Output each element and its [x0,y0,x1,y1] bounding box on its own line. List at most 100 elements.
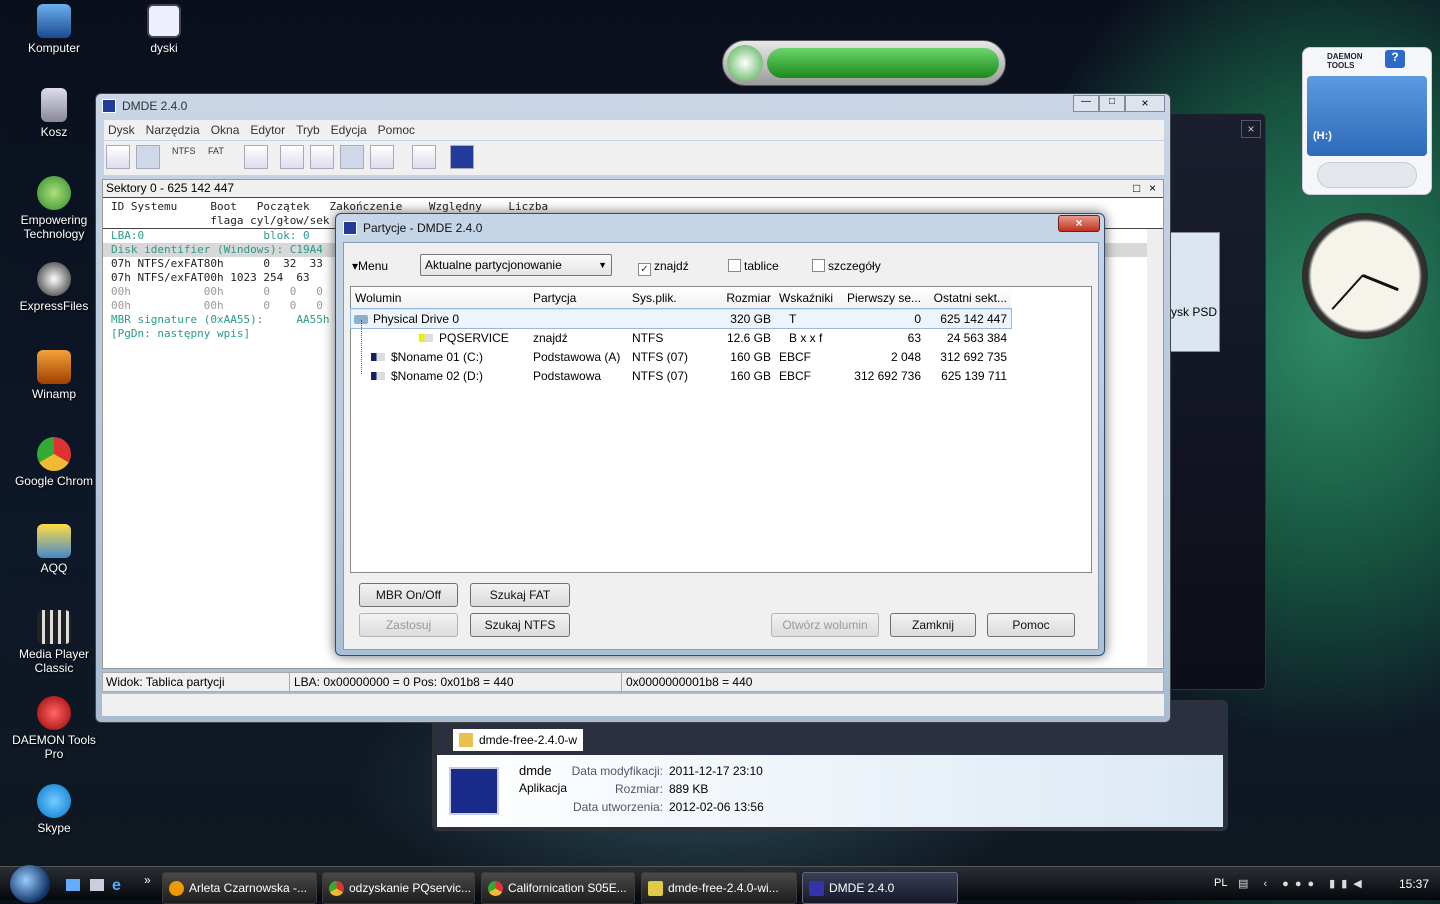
minimize-button[interactable]: — [1073,95,1099,112]
checkbox-icon [812,259,825,272]
menu-narzedzia[interactable]: Narzędzia [146,120,200,140]
daemon-tools-icon [37,696,71,730]
partitions-dialog[interactable]: Partycje - DMDE 2.4.0 × ▾Menu Aktualne p… [335,213,1105,656]
desktop-icon-mpc[interactable]: Media Player Classic [4,610,104,675]
partition-list[interactable]: Wolumin Partycja Sys.plik. Rozmiar Wskaź… [349,286,1092,573]
panel-maximize-icon[interactable]: □ [1133,180,1140,197]
menu-tryb[interactable]: Tryb [296,120,320,140]
view-list-button[interactable] [310,145,334,169]
file-row[interactable]: dmde-free-2.4.0-w [453,729,583,751]
open-volume-button[interactable]: Otwórz wolumin [771,613,879,637]
dmde-file-icon [449,767,499,815]
daemon-brand: DAEMON TOOLS [1327,52,1363,70]
taskbar-item-odzyskanie[interactable]: odzyskanie PQservic... [322,872,475,904]
menu-edytor[interactable]: Edytor [250,120,285,140]
goto-button[interactable] [412,145,436,169]
table-row[interactable]: $Noname 02 (D:) Podstawowa NTFS (07) 160 … [351,366,1011,385]
menu-dropdown[interactable]: ▾Menu [352,259,388,273]
ce-logo-icon[interactable] [727,45,763,81]
details-pane: dmde Aplikacja Data modyfikacji: 2011-12… [437,755,1223,827]
desktop-icon-daemon[interactable]: DAEMON Tools Pro [4,696,104,761]
view-table-button[interactable] [340,145,364,169]
menu-edycja[interactable]: Edycja [331,120,367,140]
window-title: DMDE 2.4.0 [122,99,188,113]
col-pierwszy[interactable]: Pierwszy se... [843,287,925,309]
mbr-toggle-button[interactable]: MBR On/Off [359,583,458,607]
tray-clock[interactable]: 15:37 [1399,877,1429,891]
ce-buttons[interactable] [767,48,999,78]
winamp-window[interactable]: × [1160,113,1266,690]
table-row[interactable]: $Noname 01 (C:) Podstawowa (A) NTFS (07) … [351,347,1011,366]
dialog-title: Partycje - DMDE 2.4.0 [363,221,483,235]
folder-icon [459,733,473,747]
sun-icon [169,881,184,896]
col-wskazniki[interactable]: Wskaźniki [775,287,843,309]
taskbar-item-dmde-zip[interactable]: dmde-free-2.4.0-wi... [641,872,797,904]
desktop-icon-aqq[interactable]: AQQ [4,524,104,575]
desktop-icon-kosz[interactable]: Kosz [4,88,104,139]
language-indicator[interactable]: PL [1214,877,1227,889]
dmde-logo-button[interactable] [450,145,474,169]
menu-dysk[interactable]: Dysk [108,120,135,140]
checkbox-znajdz[interactable]: ✓ znajdź [638,259,689,276]
empowering-icon [37,176,71,210]
start-button[interactable] [10,865,50,903]
taskbar-item-californication[interactable]: Californication S05E... [481,872,635,904]
taskbar-item-dmde[interactable]: DMDE 2.4.0 [802,872,958,904]
dialog-icon [343,221,357,235]
partition-icon [371,353,385,361]
desktop-icon-empowering[interactable]: Empowering Technology [4,176,104,241]
view-tree-button[interactable] [280,145,304,169]
apply-button[interactable]: Zastosuj [359,613,458,637]
close-button[interactable]: × [1125,95,1165,112]
gadget-actions[interactable] [1317,162,1417,188]
desktop-icon-winamp[interactable]: Winamp [4,350,104,401]
skype-icon [37,784,71,818]
close-dialog-button[interactable]: Zamknij [890,613,976,637]
menu-pomoc[interactable]: Pomoc [378,120,415,140]
drive-panel[interactable]: (H:) [1307,76,1427,156]
search-fat-button[interactable]: Szukaj FAT [470,583,570,607]
close-icon[interactable]: × [1241,120,1261,138]
col-ostatni[interactable]: Ostatni sekt... [925,287,1011,309]
partition-icon [371,372,385,380]
quicklaunch-ie-icon[interactable]: e [112,877,126,894]
taskbar: e » Arleta Czarnowska -... odzyskanie PQ… [0,865,1440,904]
taskbar-item-arleta[interactable]: Arleta Czarnowska -... [162,872,317,904]
partitions-button[interactable] [136,145,160,169]
col-sysplik[interactable]: Sys.plik. [628,287,709,309]
col-partycja[interactable]: Partycja [529,287,628,309]
status-bar: Widok: Tablica partycji LBA: 0x00000000 … [102,672,1164,692]
quicklaunch-desktop-icon[interactable] [66,879,80,891]
menu-okna[interactable]: Okna [211,120,240,140]
help-icon[interactable]: ? [1385,50,1405,68]
col-wolumin[interactable]: Wolumin [351,287,529,309]
sector-button[interactable] [244,145,268,169]
view-search-button[interactable] [370,145,394,169]
checkbox-tablice[interactable]: tablice [728,259,779,273]
tray-icons[interactable]: ▤ ‹ ●●● ▮▮◀ [1238,877,1388,893]
table-row[interactable]: PQSERVICE znajdź NTFS 12.6 GB B x x f 63 24… [351,328,1011,347]
dialog-close-button[interactable]: × [1058,215,1100,232]
table-row[interactable]: Physical Drive 0 320 GB T 0 625 142 447 [349,308,1013,329]
search-ntfs-button[interactable]: Szukaj NTFS [470,613,570,637]
checkbox-szczegoly[interactable]: szczegóły [812,259,881,273]
quicklaunch-switch-icon[interactable] [90,879,104,891]
desktop-icon-skype[interactable]: Skype [4,784,104,835]
ntfs-button[interactable]: NTFS [172,146,196,156]
chrome-icon [329,881,344,896]
desktop-icon-komputer[interactable]: Komputer [4,4,104,55]
help-button[interactable]: Pomoc [987,613,1075,637]
panel-close-icon[interactable]: × [1149,180,1156,197]
desktop-icon-dyski[interactable]: dyski [114,4,214,55]
winamp-icon [37,350,71,384]
fat-button[interactable]: FAT [208,146,224,156]
maximize-button[interactable]: □ [1099,95,1125,112]
vertical-scrollbar[interactable] [1147,229,1163,667]
disk-button[interactable] [106,145,130,169]
mode-select[interactable]: Aktualne partycjonowanie ▼ [420,254,612,276]
desktop-icon-expressfiles[interactable]: ExpressFiles [4,262,104,313]
desktop-icon-chrome[interactable]: Google Chrom [4,437,104,488]
col-rozmiar[interactable]: Rozmiar [709,287,775,309]
quicklaunch-more[interactable]: » [144,873,151,887]
